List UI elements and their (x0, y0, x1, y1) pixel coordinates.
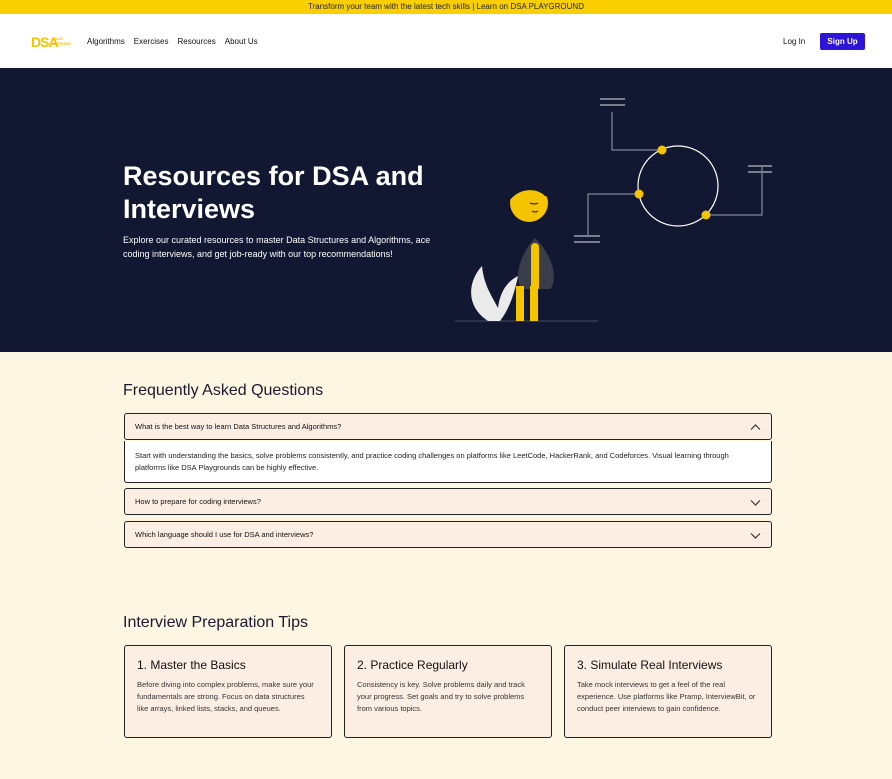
site-logo[interactable]: DSA PLAY GROUND (31, 35, 73, 50)
nav-links: Algorithms Exercises Resources About Us (87, 37, 258, 46)
hero-subtitle: Explore our curated resources to master … (123, 235, 431, 259)
faq-answer-text: Start with understanding the basics, sol… (135, 451, 729, 472)
faq-item[interactable]: How to prepare for coding interviews? (124, 488, 772, 515)
top-navigation: DSA PLAY GROUND Algorithms Exercises Reso… (0, 14, 892, 68)
nav-link-algorithms[interactable]: Algorithms (87, 37, 125, 46)
logo-sub-text: PLAY GROUND (53, 36, 71, 46)
node-dot-icon (657, 145, 667, 155)
faq-title: Frequently Asked Questions (123, 382, 324, 399)
tip-card-text: Consistency is key. Solve problems daily… (357, 680, 525, 713)
tip-card-title: 2. Practice Regularly (357, 658, 468, 672)
plant-leaf-icon (471, 266, 518, 321)
faq-item[interactable]: Which language should I use for DSA and … (124, 521, 772, 548)
nav-link-about-us[interactable]: About Us (225, 37, 258, 46)
tip-card: 1. Master the Basics Before diving into … (124, 645, 332, 738)
tip-card: 2. Practice Regularly Consistency is key… (344, 645, 552, 738)
promo-banner-text[interactable]: Transform your team with the latest tech… (308, 2, 584, 11)
node-dot-icon (701, 210, 711, 220)
node-dot-icon (634, 189, 644, 199)
faq-question[interactable]: What is the best way to learn Data Struc… (135, 422, 341, 431)
tip-card-text: Take mock interviews to get a feel of th… (577, 680, 756, 713)
tips-title: Interview Preparation Tips (123, 614, 308, 631)
chevron-down-icon[interactable] (750, 530, 761, 541)
connector-line-icon (611, 112, 661, 151)
hero-title: Resources for DSA and Interviews (123, 161, 424, 224)
faq-question[interactable]: Which language should I use for DSA and … (135, 530, 313, 539)
faq-answer: Start with understanding the basics, sol… (124, 441, 772, 483)
login-link[interactable]: Log In (783, 37, 805, 46)
signup-button[interactable]: Sign Up (820, 33, 865, 50)
person-arm-icon (531, 243, 539, 291)
hero-section: Resources for DSA and Interviews Explore… (0, 68, 892, 352)
promo-banner[interactable]: Transform your team with the latest tech… (0, 0, 892, 14)
nav-link-resources[interactable]: Resources (177, 37, 215, 46)
faq-question[interactable]: How to prepare for coding interviews? (135, 497, 261, 506)
tip-card: 3. Simulate Real Interviews Take mock in… (564, 645, 772, 738)
faq-item[interactable]: What is the best way to learn Data Struc… (124, 413, 772, 440)
tip-card-text: Before diving into complex problems, mak… (137, 680, 314, 713)
person-leg-icon (516, 286, 524, 321)
person-leg-icon (530, 286, 538, 321)
tip-card-title: 1. Master the Basics (137, 658, 246, 672)
tip-card-title: 3. Simulate Real Interviews (577, 658, 723, 672)
chevron-down-icon[interactable] (750, 497, 761, 508)
hero-illustration (455, 98, 772, 322)
nav-link-exercises[interactable]: Exercises (134, 37, 169, 46)
connector-line-icon (587, 193, 635, 236)
chevron-up-icon[interactable] (750, 422, 761, 433)
